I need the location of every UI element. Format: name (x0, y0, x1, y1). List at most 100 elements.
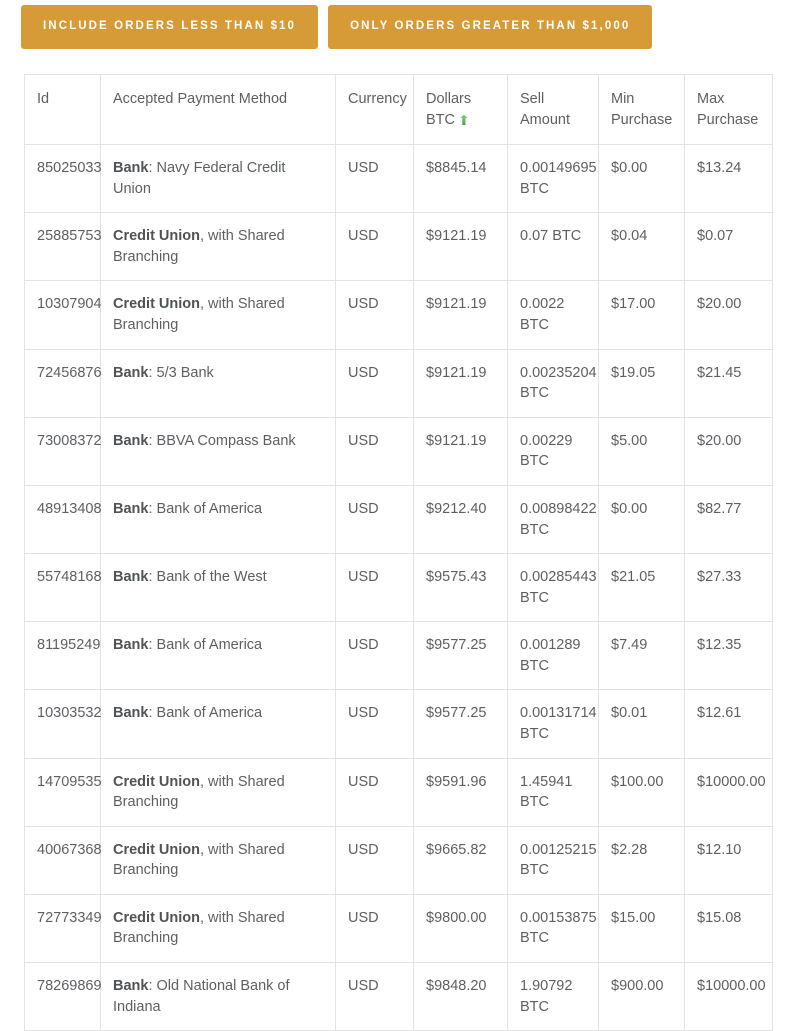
cell-id: 72456876 (24, 348, 102, 418)
cell-currency: USD (335, 893, 414, 964)
cell-id: 55748168 (24, 553, 102, 623)
table-header: Id Accepted Payment Method Currency Doll… (24, 73, 773, 146)
cell-min-purchase: $5.00 (598, 416, 685, 486)
cell-max-purchase: $20.00 (684, 280, 773, 350)
cell-id: 40067368 (24, 825, 102, 895)
payment-method-detail: : Bank of America (148, 637, 263, 654)
cell-currency: USD (335, 553, 414, 623)
cell-sell-amount: 0.00235204 BTC (507, 348, 599, 418)
cell-dollars-btc: $9665.82 (413, 825, 508, 895)
cell-id: 81195249 (24, 621, 101, 691)
cell-currency: USD (335, 484, 414, 555)
cell-accepted-payment-method: Bank: Bank of the West (100, 553, 336, 623)
cell-dollars-btc: $9800.00 (413, 893, 508, 964)
table-row[interactable]: 72456876 Bank: 5/3 Bank USD $9121.19 0.00235… (24, 348, 773, 418)
table-row[interactable]: 72773349 Credit Union, with Shared Branch… (24, 893, 773, 964)
table-row[interactable]: 48913408 Bank: Bank of America USD $9212.40… (24, 484, 773, 555)
orders-table: Id Accepted Payment Method Currency Doll… (24, 73, 773, 1031)
cell-currency: USD (335, 280, 414, 350)
include-orders-less-than-10-button[interactable]: Include orders less than $10 (21, 5, 319, 49)
cell-min-purchase: $17.00 (598, 280, 685, 350)
cell-id: 73008372 (24, 416, 102, 486)
cell-accepted-payment-method: Bank: BBVA Compass Bank (100, 416, 336, 486)
cell-id: 14709535 (24, 757, 102, 827)
cell-max-purchase: $82.77 (684, 484, 773, 555)
cell-max-purchase: $12.61 (684, 689, 773, 759)
table-row[interactable]: 25885753 Credit Union, with Shared Branch… (24, 212, 773, 282)
cell-sell-amount: 0.00285443 BTC (507, 553, 599, 623)
payment-method-type: Bank (113, 160, 149, 177)
cell-sell-amount: 1.90792 BTC (507, 962, 599, 1031)
cell-sell-amount: 0.00149695 BTC (507, 144, 599, 214)
cell-accepted-payment-method: Bank: Navy Federal Credit Union (100, 144, 336, 214)
column-header-dollars-btc-line1: Dollars (426, 91, 472, 107)
cell-dollars-btc: $9577.25 (413, 689, 508, 759)
cell-accepted-payment-method: Bank: Bank of America (100, 621, 336, 691)
cell-currency: USD (335, 621, 414, 691)
cell-currency: USD (335, 212, 414, 282)
cell-accepted-payment-method: Bank: Bank of America (100, 689, 336, 759)
cell-dollars-btc: $9212.40 (413, 484, 508, 555)
cell-id: 25885753 (24, 212, 102, 282)
cell-dollars-btc: $9121.19 (413, 212, 508, 282)
cell-dollars-btc: $9575.43 (413, 553, 508, 623)
table-row[interactable]: 10303532 Bank: Bank of America USD $9577.25… (24, 689, 773, 759)
column-header-min-purchase[interactable]: Min Purchase (598, 73, 685, 146)
cell-sell-amount: 0.0022 BTC (507, 280, 599, 350)
table-row[interactable]: 40067368 Credit Union, with Shared Branch… (24, 825, 773, 895)
cell-min-purchase: $19.05 (598, 348, 685, 418)
cell-min-purchase: $100.00 (598, 757, 685, 827)
cell-sell-amount: 1.45941 BTC (507, 757, 599, 827)
payment-method-detail: : Bank of America (148, 500, 263, 517)
cell-id: 10307904 (24, 280, 102, 350)
cell-dollars-btc: $8845.14 (413, 144, 508, 214)
cell-max-purchase: $12.35 (684, 621, 773, 691)
column-header-sell-amount[interactable]: Sell Amount (507, 73, 599, 146)
cell-sell-amount: 0.07 BTC (507, 212, 599, 282)
payment-method-type: Bank (113, 432, 149, 449)
column-header-min-purchase-line1: Min (611, 91, 635, 107)
column-header-dollars-btc-line2: BTC (426, 111, 455, 128)
column-header-dollars-btc[interactable]: Dollars BTC ⬆ (413, 73, 508, 146)
column-header-max-purchase-line2: Purchase (697, 111, 759, 128)
cell-currency: USD (335, 825, 414, 895)
cell-max-purchase: $21.45 (684, 348, 773, 418)
column-header-accepted-payment-method[interactable]: Accepted Payment Method (100, 73, 336, 146)
payment-method-type: Credit Union (113, 773, 200, 790)
payment-method-detail: : Bank of America (148, 705, 263, 722)
column-header-currency[interactable]: Currency (335, 73, 414, 146)
cell-accepted-payment-method: Bank: Bank of America (100, 484, 336, 555)
cell-max-purchase: $0.07 (684, 212, 773, 282)
cell-max-purchase: $10000.00 (684, 962, 773, 1031)
table-row[interactable]: 85025033 Bank: Navy Federal Credit Union U… (24, 144, 773, 214)
cell-currency: USD (335, 348, 414, 418)
column-header-id[interactable]: Id (24, 73, 101, 146)
cell-min-purchase: $21.05 (598, 553, 685, 623)
payment-method-type: Bank (113, 705, 149, 722)
table-row[interactable]: 81195249 Bank: Bank of America USD $9577.25… (24, 621, 773, 691)
cell-currency: USD (335, 144, 414, 214)
cell-id: 48913408 (24, 484, 102, 555)
only-orders-greater-than-1000-button[interactable]: Only orders greater than $1,000 (328, 5, 653, 49)
table-row[interactable]: 14709535 Credit Union, with Shared Branch… (24, 757, 773, 827)
payment-method-type: Bank (113, 364, 149, 381)
column-header-sell-amount-line1: Sell (520, 91, 545, 107)
payment-method-type: Bank (113, 500, 149, 517)
table-row[interactable]: 73008372 Bank: BBVA Compass Bank USD $9121.… (24, 416, 773, 486)
cell-currency: USD (335, 416, 414, 486)
table-row[interactable]: 10307904 Credit Union, with Shared Branch… (24, 280, 773, 350)
cell-min-purchase: $0.00 (598, 144, 685, 214)
cell-sell-amount: 0.00125215 BTC (507, 825, 599, 895)
cell-min-purchase: $0.04 (598, 212, 685, 282)
payment-method-type: Credit Union (113, 841, 200, 858)
cell-accepted-payment-method: Credit Union, with Shared Branching (100, 893, 336, 964)
cell-sell-amount: 0.00898422 BTC (507, 484, 599, 555)
cell-id: 72773349 (24, 893, 102, 964)
table-row[interactable]: 55748168 Bank: Bank of the West USD $9575.4… (24, 553, 773, 623)
column-header-currency-label: Currency (348, 91, 407, 107)
column-header-accepted-payment-method-label: Accepted Payment Method (113, 91, 288, 107)
table-row[interactable]: 78269869 Bank: Old National Bank of India… (24, 962, 773, 1031)
column-header-max-purchase[interactable]: Max Purchase (684, 73, 773, 146)
cell-id: 85025033 (24, 144, 102, 214)
cell-id: 10303532 (24, 689, 102, 759)
